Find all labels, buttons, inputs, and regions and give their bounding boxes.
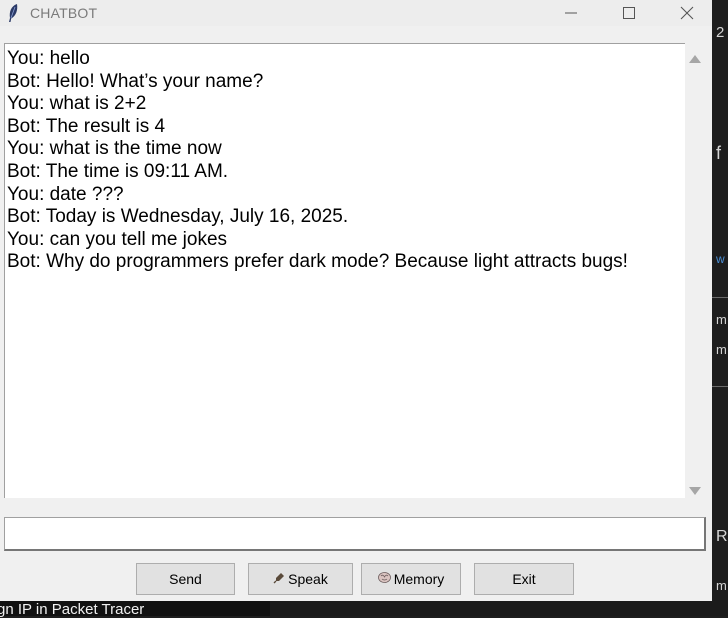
background-text: w — [716, 252, 725, 266]
background-divider — [712, 297, 728, 298]
close-icon — [680, 6, 694, 20]
chat-message: You: what is the time now — [7, 138, 222, 160]
chat-message: You: date ??? — [7, 183, 124, 205]
feather-icon — [6, 3, 20, 23]
background-text: f — [716, 143, 722, 163]
memory-button[interactable]: Memory — [361, 563, 461, 595]
exit-button-label: Exit — [512, 571, 536, 587]
background-window-fragment: 2 f w m m R m — [712, 0, 728, 616]
background-text: 2 — [716, 24, 725, 41]
close-button[interactable] — [658, 0, 716, 26]
chat-message: Bot: Hello! What’s your name? — [7, 70, 264, 92]
brain-icon — [377, 572, 391, 586]
chat-message: Bot: Why do programmers prefer dark mode… — [7, 251, 628, 273]
maximize-icon — [623, 7, 635, 19]
minimize-button[interactable] — [542, 0, 600, 26]
speak-button-label: Speak — [288, 571, 328, 587]
background-divider — [712, 386, 728, 387]
background-text: R — [716, 528, 728, 545]
chat-message: You: hello — [7, 48, 90, 69]
exit-button[interactable]: Exit — [474, 563, 574, 595]
memory-button-label: Memory — [393, 571, 445, 587]
background-text: m — [716, 342, 727, 357]
minimize-icon — [565, 12, 577, 14]
chatbot-window: CHATBOT You: hello Bot: Hello! What’s yo… — [0, 0, 712, 601]
chat-message: Bot: The result is 4 — [7, 115, 166, 137]
chat-scrollbar[interactable] — [685, 43, 705, 498]
microphone-icon — [273, 572, 285, 587]
send-button-label: Send — [169, 571, 202, 587]
background-text: m — [716, 578, 727, 593]
chat-message: You: what is 2+2 — [7, 93, 147, 115]
window-title: CHATBOT — [30, 5, 98, 21]
background-bottom-strip: gn IP in Packet Tracer — [0, 600, 728, 618]
scroll-down-arrow-icon[interactable] — [689, 482, 701, 500]
chat-log[interactable]: You: hello Bot: Hello! What’s your name?… — [4, 43, 685, 498]
chat-message: Bot: Today is Wednesday, July 16, 2025. — [7, 206, 349, 228]
background-bottom-text: gn IP in Packet Tracer — [0, 601, 145, 618]
maximize-button[interactable] — [600, 0, 658, 26]
speak-button[interactable]: Speak — [248, 563, 353, 595]
chat-message: Bot: The time is 09:11 AM. — [7, 160, 229, 182]
send-button[interactable]: Send — [136, 563, 235, 595]
chat-message: You: can you tell me jokes — [7, 228, 228, 250]
title-bar[interactable]: CHATBOT — [0, 0, 712, 26]
background-text: m — [716, 312, 727, 327]
scroll-up-arrow-icon[interactable] — [689, 50, 701, 68]
message-input[interactable] — [4, 517, 706, 551]
